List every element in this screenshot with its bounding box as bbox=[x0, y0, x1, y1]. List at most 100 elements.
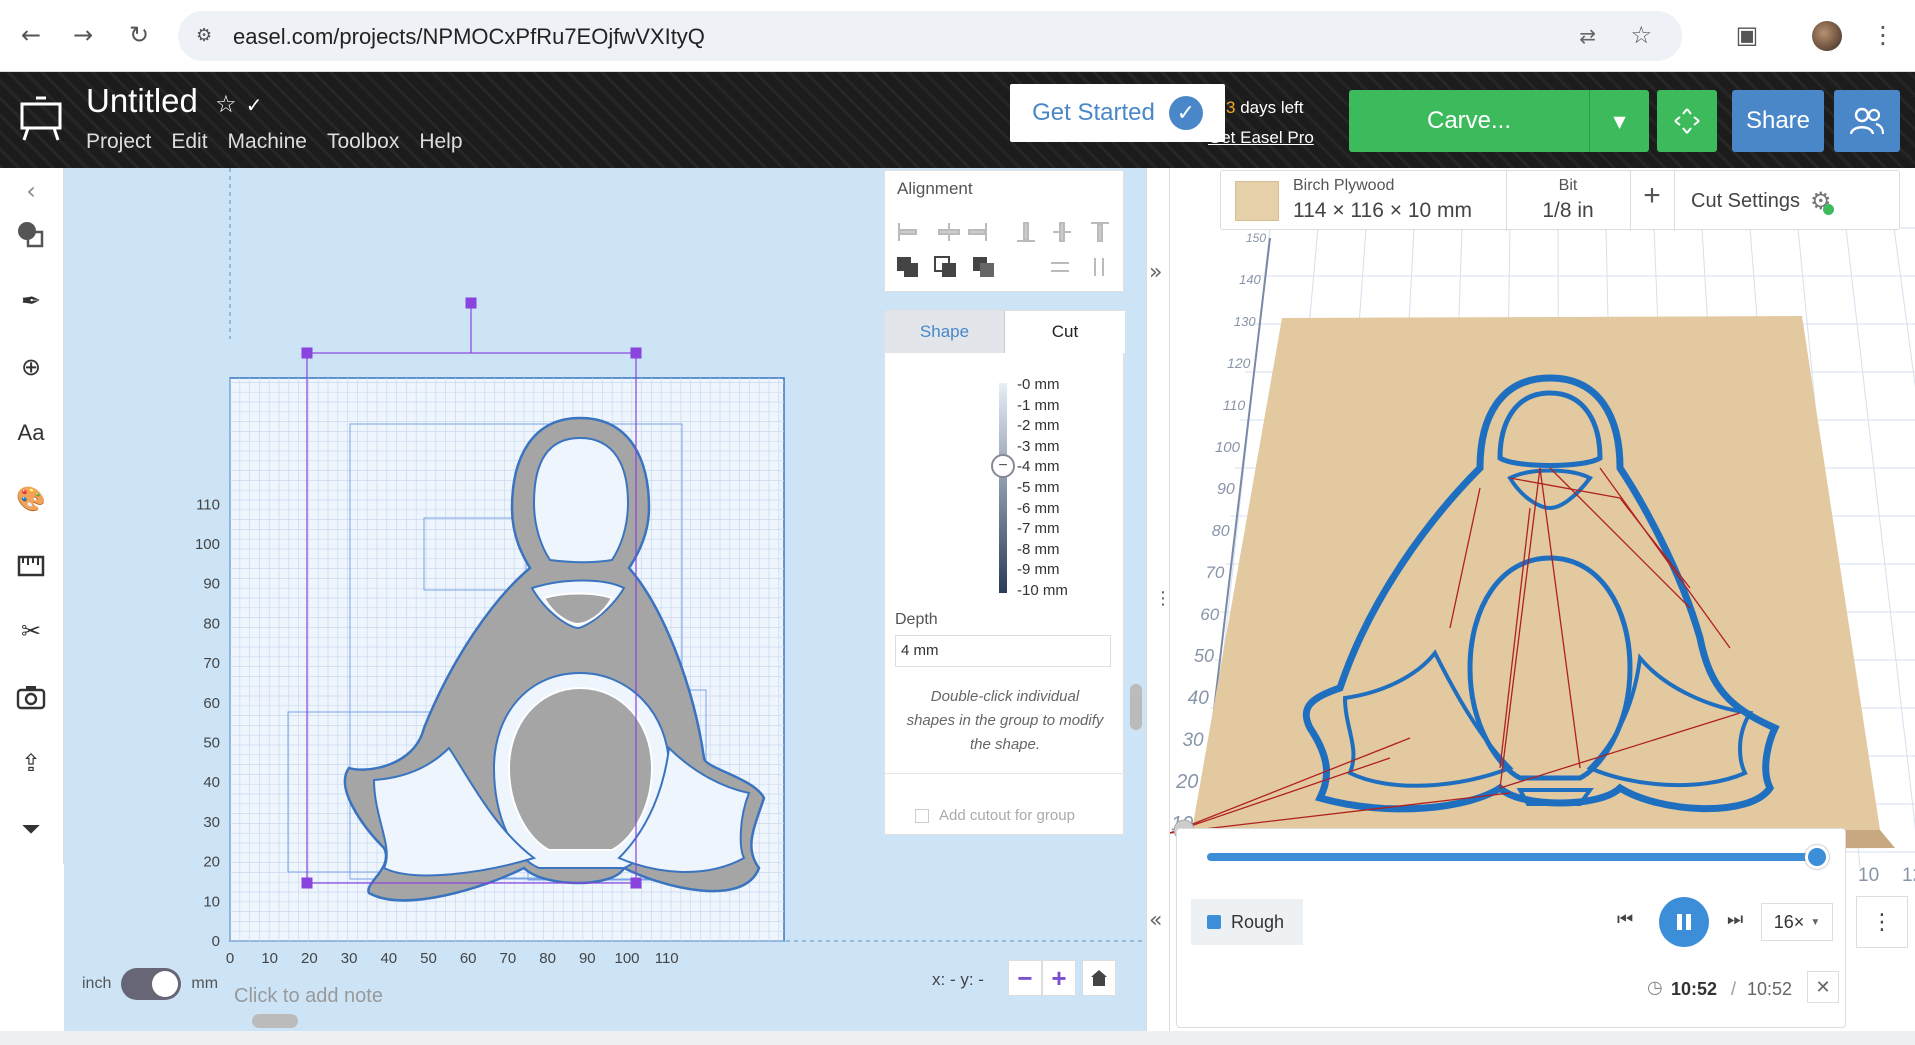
users-icon bbox=[1850, 107, 1884, 135]
x-tick-label: 110 bbox=[655, 950, 679, 967]
scissors-tool-icon[interactable]: ✂ bbox=[12, 612, 50, 650]
x-tick-label-3d: 10 bbox=[1858, 865, 1879, 886]
progress-knob[interactable] bbox=[1805, 845, 1829, 869]
checkbox-icon[interactable] bbox=[915, 808, 929, 823]
zoom-out-button[interactable]: − bbox=[1008, 960, 1042, 996]
depth-slider-track[interactable] bbox=[999, 383, 1007, 593]
bookmark-star-icon[interactable]: ☆ bbox=[1630, 21, 1652, 49]
alignment-icons[interactable] bbox=[885, 211, 1125, 291]
tab-cut[interactable]: Cut bbox=[1005, 311, 1125, 353]
menu-edit[interactable]: Edit bbox=[171, 130, 207, 154]
trial-info: 3 days left bbox=[1226, 98, 1304, 117]
reload-icon[interactable]: ↻ bbox=[122, 18, 156, 52]
material-name[interactable]: Birch Plywood bbox=[1293, 177, 1394, 195]
x-tick-label: 100 bbox=[614, 950, 639, 967]
url-text[interactable]: easel.com/projects/NPMOCxPfRu7EOjfwVXIty… bbox=[233, 24, 705, 50]
depth-slider-handle[interactable]: − bbox=[991, 454, 1015, 478]
view-menu-button[interactable]: ⋮ bbox=[1856, 896, 1908, 948]
translate-icon[interactable]: ⇄ bbox=[1579, 24, 1596, 48]
project-title[interactable]: Untitled ☆ ✓ bbox=[86, 82, 263, 120]
simulation-player: Rough ⏮ ⏭ 16× ▼ ◷ 10:52 / 10:52 ✕ bbox=[1176, 828, 1846, 1028]
unit-switch[interactable] bbox=[121, 968, 182, 1000]
browser-menu-icon[interactable]: ⋮ bbox=[1866, 18, 1900, 52]
canvas-scrollbar-h[interactable] bbox=[252, 1014, 298, 1028]
carve-dropdown-button[interactable]: ▼ bbox=[1589, 90, 1649, 152]
bit-size[interactable]: 1/8 in bbox=[1506, 199, 1630, 223]
y-tick-label-3d: 40 bbox=[1188, 688, 1210, 709]
add-cutout-checkbox[interactable]: Add cutout for group bbox=[915, 807, 1075, 824]
x-tick-label: 30 bbox=[341, 950, 358, 967]
add-bit-button[interactable]: + bbox=[1630, 179, 1674, 213]
site-info-icon[interactable]: ⚙ bbox=[196, 25, 218, 47]
collapse-toolbar-icon[interactable]: ‹ bbox=[12, 172, 50, 210]
profile-avatar[interactable] bbox=[1812, 21, 1842, 51]
menu-help[interactable]: Help bbox=[419, 130, 462, 154]
ruler-tool-icon[interactable] bbox=[12, 546, 50, 584]
apps-tool-icon[interactable]: ⏷ bbox=[12, 810, 50, 848]
share-button[interactable]: Share bbox=[1732, 90, 1824, 152]
upload-tool-icon[interactable]: ⇪ bbox=[12, 744, 50, 782]
back-icon[interactable]: ← bbox=[14, 18, 48, 52]
panel-divider[interactable]: » ⋮ « bbox=[1146, 168, 1172, 1031]
camera-tool-icon[interactable] bbox=[12, 678, 50, 716]
address-bar[interactable]: ⚙ easel.com/projects/NPMOCxPfRu7EOjfwVXI… bbox=[178, 11, 1682, 61]
elapsed-time: 10:52 bbox=[1671, 979, 1718, 999]
resize-handle-br[interactable] bbox=[630, 877, 642, 889]
carve-button[interactable]: Carve... bbox=[1349, 90, 1589, 152]
easel-logo-icon[interactable] bbox=[18, 96, 64, 142]
saved-check-icon: ✓ bbox=[245, 93, 263, 117]
menu-project[interactable]: Project bbox=[86, 130, 151, 154]
target-tool-icon[interactable]: ⊕ bbox=[12, 348, 50, 386]
depth-scale-label: -1 mm bbox=[1017, 396, 1060, 414]
machine-position-button[interactable] bbox=[1657, 90, 1717, 152]
home-view-button[interactable] bbox=[1082, 960, 1116, 996]
pause-button[interactable] bbox=[1659, 897, 1709, 947]
collaborators-button[interactable] bbox=[1834, 90, 1900, 152]
unit-toggle: inch mm bbox=[18, 968, 218, 1000]
depth-scale-label: -2 mm bbox=[1017, 417, 1060, 435]
favorite-star-icon[interactable]: ☆ bbox=[215, 90, 237, 118]
pass-selector[interactable]: Rough bbox=[1191, 899, 1303, 945]
tab-shape[interactable]: Shape bbox=[885, 311, 1005, 353]
y-tick-label-3d: 60 bbox=[1200, 605, 1219, 624]
expand-left-icon[interactable]: « bbox=[1149, 908, 1162, 933]
y-tick-label-3d: 140 bbox=[1239, 272, 1261, 287]
forward-icon[interactable]: → bbox=[66, 18, 100, 52]
y-tick-label-3d: 30 bbox=[1182, 730, 1204, 751]
palette-tool-icon[interactable]: 🎨 bbox=[12, 480, 50, 518]
preview-3d[interactable]: 150 140 130 120 110 100 90 80 70 60 50 40 30 20 10 bbox=[1170, 168, 1915, 1031]
canvas-scrollbar-v[interactable] bbox=[1130, 684, 1142, 730]
depth-scale-label: -7 mm bbox=[1017, 520, 1060, 538]
menu-machine[interactable]: Machine bbox=[228, 130, 307, 154]
y-tick-label: 60 bbox=[203, 695, 220, 712]
rotate-handle[interactable] bbox=[465, 297, 477, 309]
pen-tool-icon[interactable]: ✒ bbox=[12, 282, 50, 320]
resize-handle-tl[interactable] bbox=[301, 347, 313, 359]
zoom-in-button[interactable]: + bbox=[1042, 960, 1076, 996]
progress-track[interactable] bbox=[1207, 853, 1817, 861]
resize-handle-tr[interactable] bbox=[630, 347, 642, 359]
menu-toolbox[interactable]: Toolbox bbox=[327, 130, 399, 154]
skip-back-icon[interactable]: ⏮ bbox=[1617, 909, 1633, 930]
shapes-tool-icon[interactable] bbox=[12, 216, 50, 254]
close-player-button[interactable]: ✕ bbox=[1807, 971, 1839, 1003]
x-tick-label: 10 bbox=[261, 950, 278, 967]
get-started-button[interactable]: Get Started ✓ bbox=[1010, 84, 1225, 142]
material-dims[interactable]: 114 × 116 × 10 mm bbox=[1293, 199, 1472, 223]
x-tick-label: 20 bbox=[301, 950, 318, 967]
skip-forward-icon[interactable]: ⏭ bbox=[1727, 909, 1743, 930]
extensions-icon[interactable]: ▣ bbox=[1730, 18, 1764, 52]
cut-settings-button[interactable]: Cut Settings ⚙ bbox=[1691, 187, 1835, 215]
pass-color-icon bbox=[1207, 915, 1221, 929]
get-pro-link[interactable]: Get Easel Pro bbox=[1208, 128, 1314, 148]
bit-label: Bit bbox=[1558, 177, 1578, 194]
add-note-link[interactable]: Click to add note bbox=[234, 985, 383, 1008]
depth-input[interactable]: 4 mm bbox=[895, 635, 1111, 667]
resize-handle-bl[interactable] bbox=[301, 877, 313, 889]
expand-right-icon[interactable]: » bbox=[1149, 260, 1162, 285]
text-tool-icon[interactable]: Aa bbox=[12, 414, 50, 452]
x-tick-label: 90 bbox=[579, 950, 596, 967]
speed-selector[interactable]: 16× ▼ bbox=[1761, 903, 1833, 941]
material-swatch[interactable] bbox=[1235, 181, 1279, 221]
cursor-coordinates: x: - y: - bbox=[932, 970, 984, 989]
